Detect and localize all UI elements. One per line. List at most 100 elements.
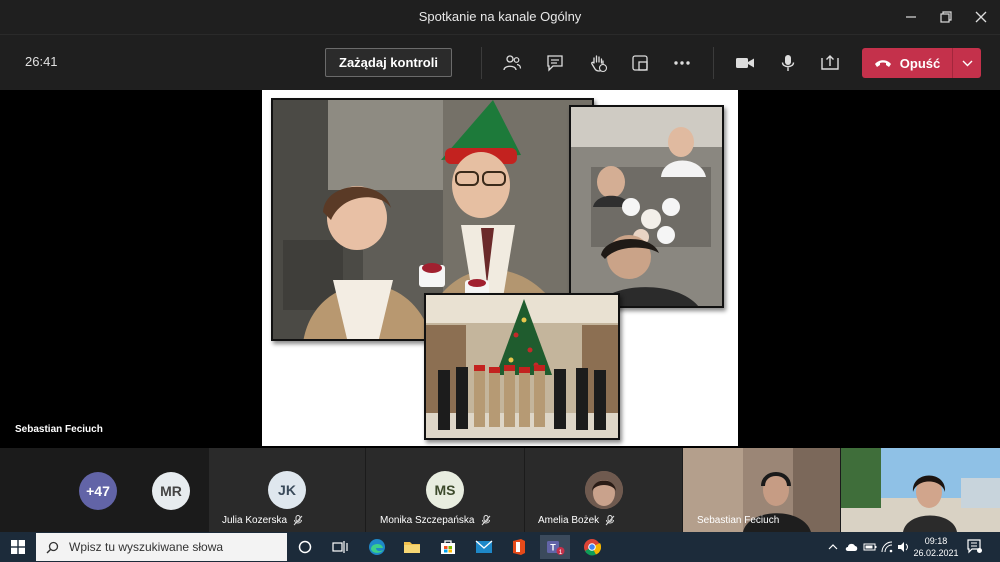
taskbar-clock[interactable]: 09:18 26.02.2021: [912, 535, 960, 559]
toolbar-divider: [481, 47, 482, 79]
profile-photo-icon: [585, 471, 623, 509]
chat-icon: [547, 55, 563, 72]
store-icon: [441, 540, 455, 554]
notification-center-button[interactable]: [966, 538, 982, 559]
wifi-tray[interactable]: [881, 539, 893, 555]
windows-logo-icon: [11, 540, 25, 554]
request-control-button[interactable]: Zażądaj kontroli: [325, 48, 452, 77]
chat-button[interactable]: [541, 49, 569, 77]
participant-name: Sebastian Feciuch: [697, 515, 779, 526]
people-icon: [503, 55, 522, 71]
office-app[interactable]: [506, 535, 532, 559]
office-icon: [513, 539, 525, 555]
participant-strip: +47 MR JK Julia Kozerska MS Monika Szcze…: [0, 448, 1000, 532]
breakout-rooms-icon: [632, 55, 648, 71]
reactions-button[interactable]: [584, 49, 612, 77]
chrome-icon: [584, 539, 601, 556]
photo-dinner: [569, 105, 724, 308]
avatar: [585, 471, 623, 509]
mail-app[interactable]: [471, 535, 497, 559]
folder-icon: [404, 542, 420, 553]
raise-hand-icon: [591, 55, 608, 73]
task-view-icon: [332, 541, 348, 553]
toolbar-divider: [713, 47, 714, 79]
search-icon: [46, 541, 59, 553]
chrome-app[interactable]: [579, 535, 605, 559]
meeting-toolbar: 26:41 Zażądaj kontroli Opuść: [0, 34, 1000, 90]
microphone-button[interactable]: [774, 49, 802, 77]
participant-tile[interactable]: JK Julia Kozerska: [209, 448, 365, 532]
svg-text:T: T: [550, 543, 556, 553]
restore-icon: [940, 11, 952, 23]
file-explorer-app[interactable]: [399, 535, 425, 559]
participant-name-label: Amelia Bożek: [538, 515, 600, 526]
participants-button[interactable]: [498, 49, 526, 77]
close-icon: [975, 11, 987, 23]
presenter-name-label: Sebastian Feciuch: [15, 424, 103, 435]
participant-name-label: Monika Szczepańska: [380, 515, 475, 526]
presentation-slide: [262, 90, 738, 446]
video-tile[interactable]: [841, 448, 1000, 532]
close-button[interactable]: [964, 0, 998, 34]
video-tile[interactable]: Sebastian Feciuch: [683, 448, 840, 532]
participant-name-label: Sebastian Feciuch: [697, 515, 780, 526]
notification-icon: [967, 539, 982, 554]
teams-icon: T1: [547, 541, 565, 556]
participant-name: Julia Kozerska: [222, 515, 303, 526]
share-content-button[interactable]: [816, 49, 844, 77]
mic-off-icon: [605, 515, 615, 526]
minimize-icon: [906, 16, 916, 18]
battery-icon: [863, 543, 877, 551]
overflow-count-badge[interactable]: +47: [79, 472, 117, 510]
leave-main-button[interactable]: Opuść: [862, 48, 952, 78]
avatar: JK: [268, 471, 306, 509]
cortana-icon: [298, 540, 312, 554]
wifi-icon: [881, 541, 893, 553]
battery-tray[interactable]: [863, 539, 877, 555]
taskbar-search[interactable]: Wpisz tu wyszukiwane słowa: [36, 533, 287, 561]
hang-up-icon: [874, 60, 891, 67]
camera-button[interactable]: [731, 49, 759, 77]
mic-off-icon: [481, 515, 490, 526]
participant-overflow-tile: +47 MR: [0, 448, 208, 532]
leave-button[interactable]: Opuść: [862, 48, 981, 78]
more-options-button[interactable]: [668, 49, 696, 77]
teams-app[interactable]: T1: [540, 535, 570, 559]
participant-tile[interactable]: Amelia Bożek: [525, 448, 682, 532]
mic-off-icon: [293, 515, 303, 526]
svg-text:1: 1: [559, 549, 563, 556]
mail-icon: [475, 540, 493, 553]
photo-christmas-tree: [424, 293, 620, 440]
more-icon: [674, 61, 690, 65]
rooms-button[interactable]: [626, 49, 654, 77]
minimize-button[interactable]: [894, 0, 928, 34]
edge-app[interactable]: [364, 535, 390, 559]
cortana-button[interactable]: [292, 535, 318, 559]
search-placeholder: Wpisz tu wyszukiwane słowa: [69, 540, 224, 554]
tray-overflow-button[interactable]: [828, 539, 838, 555]
share-screen-icon: [821, 55, 839, 70]
volume-tray[interactable]: [897, 539, 910, 555]
leave-options-button[interactable]: [953, 48, 981, 78]
camera-icon: [736, 58, 754, 68]
onedrive-tray[interactable]: [845, 539, 859, 555]
clock-date: 26.02.2021: [913, 548, 959, 558]
avatar: MS: [426, 471, 464, 509]
windows-taskbar: Wpisz tu wyszukiwane słowa T1 09:18 26.0…: [0, 532, 1000, 562]
microphone-icon: [781, 55, 795, 71]
start-button[interactable]: [0, 532, 36, 562]
participant-name: Monika Szczepańska: [380, 515, 491, 526]
shared-screen-stage: Sebastian Feciuch: [0, 90, 1000, 448]
cloud-icon: [845, 543, 858, 551]
edge-icon: [369, 539, 385, 555]
leave-label: Opuść: [899, 55, 941, 71]
store-app[interactable]: [435, 535, 461, 559]
meeting-timer: 26:41: [25, 54, 58, 69]
restore-button[interactable]: [929, 0, 963, 34]
clock-time: 09:18: [924, 536, 948, 546]
avatar[interactable]: MR: [152, 472, 190, 510]
participant-tile[interactable]: MS Monika Szczepańska: [366, 448, 524, 532]
title-bar: Spotkanie na kanale Ogólny: [0, 0, 1000, 34]
window-title: Spotkanie na kanale Ogólny: [418, 9, 582, 24]
task-view-button[interactable]: [327, 535, 353, 559]
